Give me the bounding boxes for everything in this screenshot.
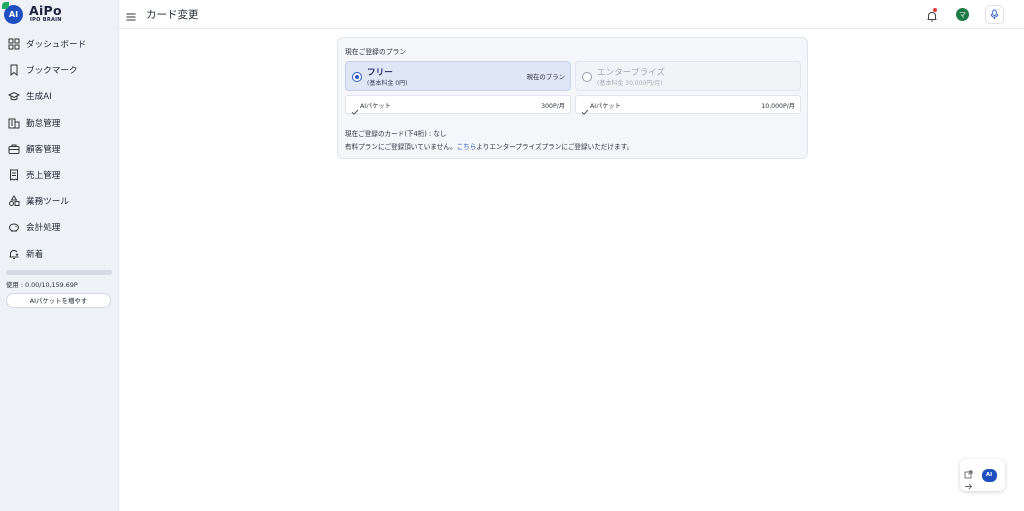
sidebar-item-accounting[interactable]: 会計処理 (0, 214, 119, 240)
receipt-icon (8, 169, 20, 181)
sidebar: AI AiPo IPO BRAIN ダッシュボード ブックマーク 生成AI 勤怠… (0, 0, 119, 511)
brand-subtitle: IPO BRAIN (30, 17, 62, 23)
ai-chat-button[interactable]: AI (978, 464, 1000, 486)
sidebar-item-sales[interactable]: 売上管理 (0, 162, 119, 188)
sidebar-item-news[interactable]: 新着 (0, 241, 119, 267)
add-ai-packet-label: AIパケットを増やす (29, 297, 88, 305)
arrow-right-icon[interactable] (964, 476, 973, 490)
building-icon (8, 117, 20, 129)
logo-badge-text: AI (8, 10, 19, 19)
briefcase-icon (8, 143, 20, 155)
plan-section-title: 現在ご登録のプラン (345, 48, 407, 56)
page-title: カード変更 (146, 9, 199, 21)
brand-name: AiPo (29, 3, 62, 18)
radio-unselected[interactable] (582, 72, 592, 82)
microphone-button[interactable] (985, 5, 1004, 24)
sidebar-item-tools[interactable]: 業務ツール (0, 188, 119, 214)
app-root: AI AiPo IPO BRAIN ダッシュボード ブックマーク 生成AI 勤怠… (0, 0, 1024, 511)
sidebar-item-attendance[interactable]: 勤怠管理 (0, 110, 119, 136)
usage-panel: 使用 : 0.00/10,159.69P AIパケットを増やす (6, 270, 112, 308)
registered-card-info: 現在ご登録のカード(下4桁) : なし (345, 130, 447, 138)
shapes-icon (8, 195, 20, 207)
sidebar-item-dashboard[interactable]: ダッシュボード (0, 31, 119, 57)
plan-price-note: (基本料金 0円) (367, 80, 408, 87)
add-ai-packet-button[interactable]: AIパケットを増やす (6, 293, 111, 308)
upgrade-link[interactable]: こちら (457, 143, 477, 151)
plan-card: 現在ご登録のプラン フリー (基本料金 0円) 現在のプラン エンタープライズ … (337, 37, 808, 159)
sidebar-item-label: 会計処理 (26, 223, 61, 234)
plan-name: フリー (367, 68, 393, 78)
current-plan-label: 現在のプラン (526, 73, 565, 81)
sidebar-item-customers[interactable]: 顧客管理 (0, 136, 119, 162)
plan-price-note: (基本料金 30,000円/月) (597, 80, 663, 87)
sidebar-item-generative-ai[interactable]: 生成AI (0, 83, 119, 109)
logo-leaf-icon (2, 2, 9, 9)
brand-logo[interactable]: AI AiPo IPO BRAIN (2, 2, 114, 26)
packet-label: AIパケット (590, 103, 621, 110)
ai-chat-label: AI (985, 472, 993, 478)
bell-plus-icon (8, 248, 20, 260)
avatar-letter: マ (959, 10, 966, 19)
upgrade-note-after: よりエンタープライズプランにご登録いただけます。 (476, 143, 634, 151)
ai-assistant-widget: AI (960, 459, 1005, 491)
usage-progress-bar (6, 270, 112, 275)
plan-option-free[interactable]: フリー (基本料金 0円) 現在のプラン (345, 61, 571, 91)
packet-price: 10,000P/月 (761, 103, 795, 110)
hamburger-menu-icon[interactable] (125, 8, 137, 21)
sidebar-item-label: ブックマーク (26, 66, 78, 77)
plan-option-enterprise[interactable]: エンタープライズ (基本料金 30,000円/月) (575, 61, 801, 91)
packet-row-enterprise: AIパケット 10,000P/月 (575, 95, 801, 115)
dashboard-icon (8, 38, 20, 50)
ai-chat-icon: AI (981, 468, 997, 482)
top-header: カード変更 マ (119, 0, 1024, 29)
sidebar-item-label: 売上管理 (26, 171, 61, 182)
sidebar-item-bookmark[interactable]: ブックマーク (0, 57, 119, 83)
piggy-bank-icon (8, 221, 20, 233)
bookmark-icon (8, 64, 20, 77)
sidebar-item-label: 業務ツール (26, 197, 69, 208)
sidebar-item-label: 新着 (26, 249, 44, 260)
packet-price: 300P/月 (541, 103, 565, 110)
sidebar-item-label: 生成AI (26, 92, 52, 103)
packet-label: AIパケット (360, 103, 391, 110)
microphone-icon (990, 5, 999, 24)
sidebar-item-label: ダッシュボード (26, 40, 87, 51)
avatar[interactable]: マ (956, 8, 969, 21)
upgrade-note: 有料プランにご登録頂いていません。こちらよりエンタープライズプランにご登録いただ… (345, 141, 633, 151)
usage-text: 使用 : 0.00/10,159.69P (6, 281, 78, 289)
plan-name: エンタープライズ (597, 68, 665, 78)
radio-selected[interactable] (352, 72, 362, 82)
external-link-icon[interactable] (964, 464, 973, 479)
sidebar-item-label: 顧客管理 (26, 144, 61, 155)
sidebar-nav: ダッシュボード ブックマーク 生成AI 勤怠管理 顧客管理 売上管理 業務ツール… (0, 31, 119, 267)
check-icon (351, 101, 359, 115)
sidebar-item-label: 勤怠管理 (26, 118, 61, 129)
upgrade-note-before: 有料プランにご登録頂いていません。 (345, 143, 457, 151)
packet-row-free: AIパケット 300P/月 (345, 95, 571, 115)
graduation-cap-icon (8, 90, 20, 102)
notification-dot (933, 8, 937, 12)
check-icon (581, 101, 589, 115)
